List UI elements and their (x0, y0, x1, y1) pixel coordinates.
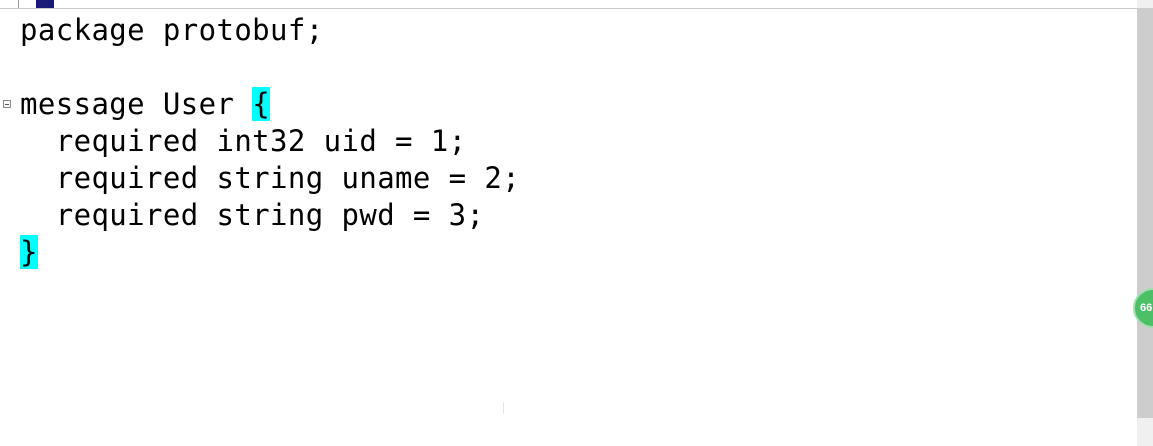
badge-count: 66 (1140, 302, 1153, 314)
code-line-text: required string pwd = 3; (20, 198, 485, 232)
matched-open-brace: { (252, 87, 271, 121)
scrollbar-thumb[interactable] (1137, 8, 1153, 418)
code-editor[interactable]: package protobuf; message User { require… (0, 0, 1153, 446)
fold-collapse-icon[interactable] (3, 100, 11, 108)
code-line-3[interactable]: message User { (3, 86, 520, 123)
code-line-5[interactable]: required string uname = 2; (20, 160, 520, 197)
code-line-text: required string uname = 2; (20, 161, 521, 195)
code-line-6[interactable]: required string pwd = 3; (20, 197, 520, 234)
code-line-4[interactable]: required int32 uid = 1; (20, 123, 520, 160)
code-line-2[interactable] (20, 49, 520, 86)
code-area[interactable]: package protobuf; message User { require… (3, 12, 520, 271)
code-line-text: package protobuf; (20, 13, 324, 47)
code-line-text: message User (20, 87, 253, 121)
vertical-scrollbar[interactable] (1137, 0, 1153, 446)
editor-tab-strip (0, 0, 1137, 9)
code-line-7[interactable]: } (20, 234, 520, 271)
matched-close-brace: } (20, 235, 38, 269)
code-line-1[interactable]: package protobuf; (20, 12, 520, 49)
floating-badge[interactable]: 66 (1133, 288, 1153, 328)
code-line-text: required int32 uid = 1; (20, 124, 467, 158)
tab-separator (18, 0, 19, 8)
faint-divider (503, 402, 504, 414)
active-tab-indicator[interactable] (36, 0, 54, 8)
